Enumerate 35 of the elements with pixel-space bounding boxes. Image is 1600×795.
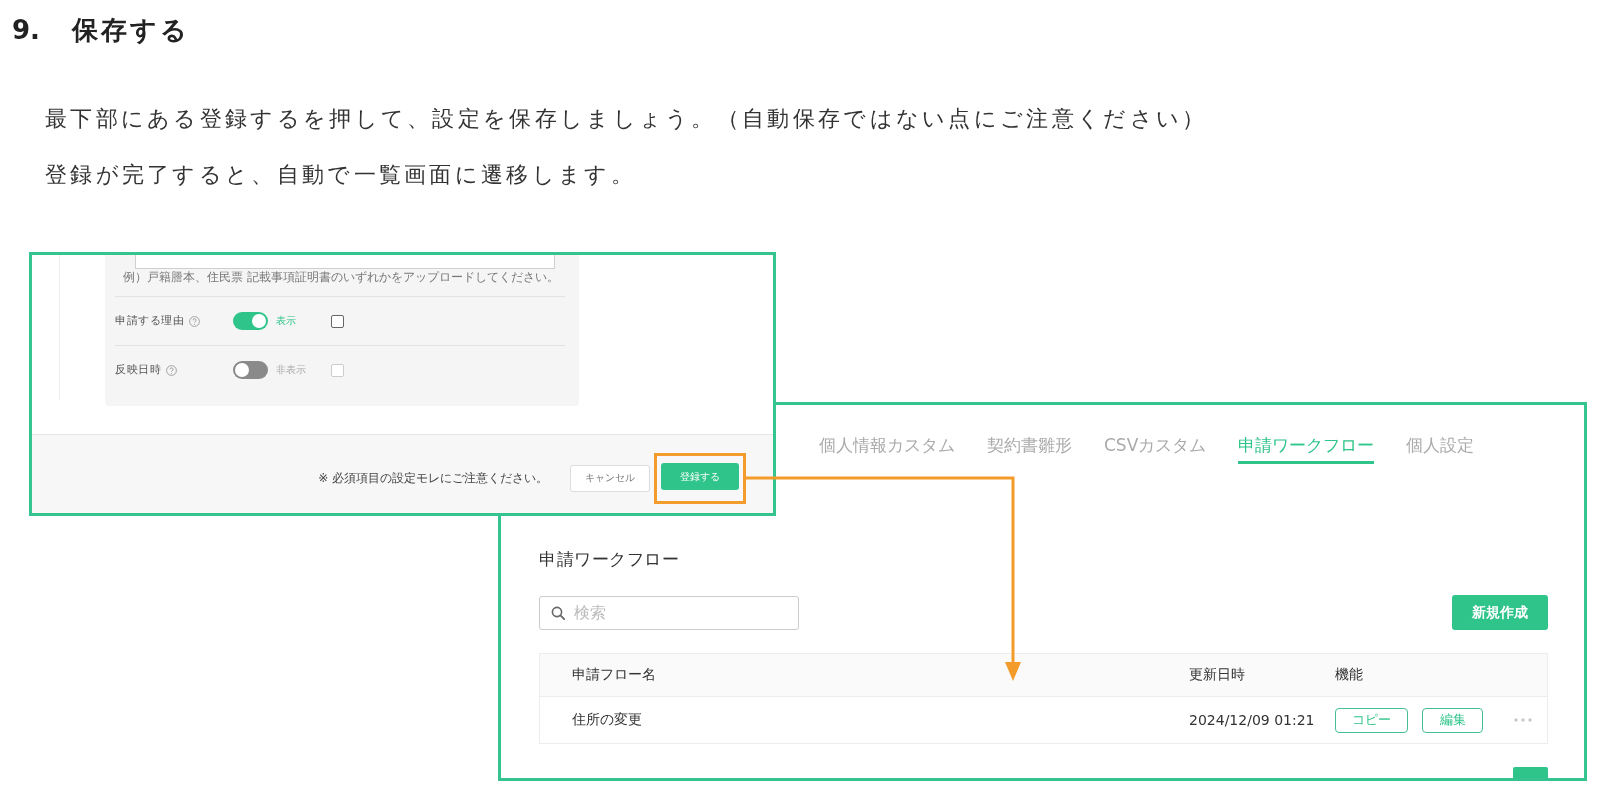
help-icon[interactable] (189, 315, 200, 327)
search-field[interactable]: 検索 (539, 595, 799, 630)
settings-tab[interactable]: 個人情報カスタム (819, 433, 955, 464)
table-cell: 住所の変更 (572, 711, 642, 729)
step-title: 保存する (71, 14, 190, 46)
hint-text: 例）戸籍謄本、住民票 記載事項証明書のいずれかをアップロードしてください。 (123, 269, 560, 285)
instruction-text: 登録が完了すると、自動で一覧画面に遷移します。 (45, 161, 636, 189)
help-icon[interactable] (166, 364, 177, 376)
settings-tab[interactable]: 申請ワークフロー (1238, 433, 1375, 464)
step-number: 9. (12, 14, 40, 46)
page-title: 申請ワークフロー (539, 548, 679, 571)
input-field[interactable] (135, 255, 555, 269)
action-button[interactable]: コピー (1335, 707, 1408, 733)
table-cell: 2024/12/09 01:21 (1189, 712, 1315, 728)
toggle-switch[interactable] (233, 361, 268, 379)
settings-tab[interactable]: 契約書雛形 (987, 433, 1072, 464)
checkbox[interactable] (331, 314, 344, 328)
create-new-button[interactable]: 新規作成 (1452, 595, 1548, 630)
toggle-label: 表示 (276, 315, 296, 327)
register-button[interactable]: 登録する (661, 463, 739, 490)
toggle-label: 非表示 (276, 364, 306, 376)
column-header: 申請フロー名 (572, 666, 656, 684)
toggle-switch[interactable] (233, 312, 268, 330)
settings-tab[interactable]: CSVカスタム (1104, 433, 1207, 464)
more-icon[interactable] (1514, 718, 1532, 722)
search-icon (551, 605, 565, 620)
column-header: 機能 (1335, 666, 1363, 684)
cancel-button[interactable]: キャンセル (570, 464, 650, 492)
settings-tab[interactable]: 個人設定 (1406, 433, 1475, 464)
action-button[interactable]: 編集 (1422, 707, 1483, 733)
column-header: 更新日時 (1189, 666, 1245, 684)
notice-text: ※ 必須項目の設定モレにご注意ください。 (318, 470, 548, 486)
field-label: 反映日時 (115, 363, 161, 377)
instruction-text: 最下部にある登録するを押して、設定を保存しましょう。（自動保存ではない点にご注意ください） (45, 105, 1208, 133)
field-label: 申請する理由 (115, 314, 184, 328)
